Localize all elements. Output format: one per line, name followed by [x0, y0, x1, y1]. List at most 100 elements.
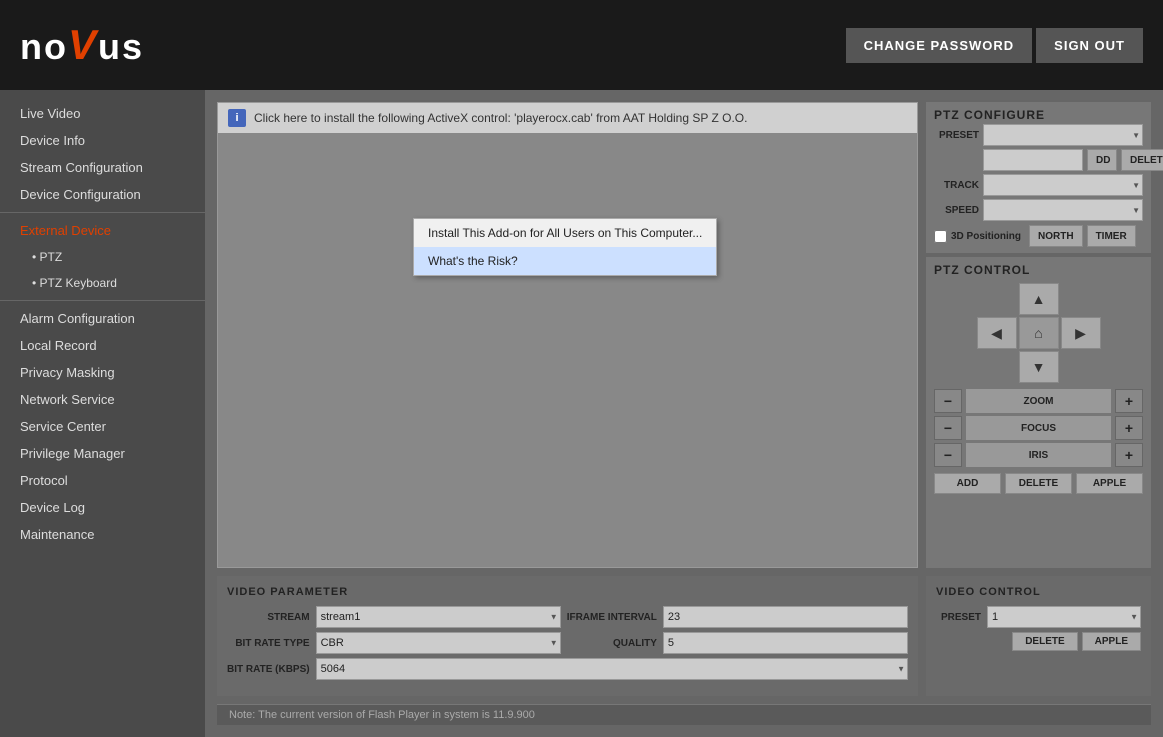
ptz-speed-select[interactable]	[983, 199, 1143, 221]
quality-input[interactable]	[663, 632, 908, 654]
stream-label: STREAM	[227, 612, 310, 623]
ptz-zoom-plus[interactable]: +	[1115, 389, 1143, 413]
video-ctrl-preset-row: PRESET 1	[936, 606, 1141, 628]
sidebar-item-device-log[interactable]: Device Log	[0, 494, 205, 521]
sidebar-item-live-video[interactable]: Live Video	[0, 100, 205, 127]
ptz-arrow-down[interactable]: ▼	[1019, 351, 1059, 383]
ptz-track-row: TRACK	[934, 174, 1143, 196]
ptz-track-select[interactable]	[983, 174, 1143, 196]
ptz-positioning-row: 3D Positioning NORTH TIMER	[934, 225, 1143, 247]
ctrl-apple-button[interactable]: APPLE	[1082, 632, 1141, 651]
logo-no: no	[20, 26, 68, 67]
video-panel: i Click here to install the following Ac…	[217, 102, 918, 568]
sign-out-button[interactable]: SIGN OUT	[1036, 28, 1143, 63]
iframe-label: IFRAME INTERVAL	[567, 612, 657, 623]
video-parameter-title: VIDEO PARAMETER	[227, 586, 908, 598]
ptz-preset-btn-row: DD DELETE APPLE	[983, 149, 1143, 171]
timer-button[interactable]: TIMER	[1087, 225, 1136, 247]
ptz-ctrl-add-button[interactable]: ADD	[934, 473, 1001, 494]
ptz-iris-row: − IRIS +	[934, 443, 1143, 467]
ctrl-delete-button[interactable]: DELETE	[1012, 632, 1077, 651]
bitrate-type-select[interactable]: CBR	[316, 632, 561, 654]
context-menu: Install This Add-on for All Users on Thi…	[413, 218, 717, 276]
sidebar-item-local-record[interactable]: Local Record	[0, 332, 205, 359]
ptz-arrow-empty-tr	[1061, 283, 1101, 315]
ptz-delete-button[interactable]: DELETE	[1121, 149, 1163, 171]
ctrl-preset-label: PRESET	[936, 612, 981, 623]
ptz-configure-panel: PTZ CONFIGURE PRESET DD DELETE APPLE	[926, 102, 1151, 568]
ctrl-btn-row: DELETE APPLE	[936, 632, 1141, 651]
ptz-track-label: TRACK	[934, 180, 979, 191]
sidebar-item-privilege-manager[interactable]: Privilege Manager	[0, 440, 205, 467]
sidebar-item-service-center[interactable]: Service Center	[0, 413, 205, 440]
ptz-iris-minus[interactable]: −	[934, 443, 962, 467]
header-buttons: CHANGE PASSWORD SIGN OUT	[846, 28, 1143, 63]
north-button[interactable]: NORTH	[1029, 225, 1083, 247]
sidebar-item-protocol[interactable]: Protocol	[0, 467, 205, 494]
bottom-row: VIDEO PARAMETER STREAM stream1 IFRAME IN…	[217, 576, 1151, 696]
ptz-dd-button[interactable]: DD	[1087, 149, 1117, 171]
ptz-focus-row: − FOCUS +	[934, 416, 1143, 440]
ptz-focus-plus[interactable]: +	[1115, 416, 1143, 440]
ptz-arrow-empty-bl	[977, 351, 1017, 383]
iframe-input[interactable]	[663, 606, 908, 628]
ptz-configure-section: PTZ CONFIGURE PRESET DD DELETE APPLE	[926, 102, 1151, 253]
ctx-item-install[interactable]: Install This Add-on for All Users on Thi…	[414, 219, 716, 247]
activex-message: Click here to install the following Acti…	[254, 111, 747, 125]
quality-label: QUALITY	[567, 638, 657, 649]
bitrate-type-select-wrap: CBR	[316, 632, 561, 654]
ptz-arrow-left[interactable]: ◀	[977, 317, 1017, 349]
video-param-grid: STREAM stream1 IFRAME INTERVAL BIT RATE …	[227, 606, 908, 680]
ctx-item-risk[interactable]: What's the Risk?	[414, 247, 716, 275]
ptz-control-title: PTZ CONTROL	[934, 263, 1143, 277]
stream-select[interactable]: stream1	[316, 606, 561, 628]
change-password-button[interactable]: CHANGE PASSWORD	[846, 28, 1033, 63]
ptz-focus-minus[interactable]: −	[934, 416, 962, 440]
sidebar-item-alarm-config[interactable]: Alarm Configuration	[0, 305, 205, 332]
ptz-arrow-home[interactable]: ⌂	[1019, 317, 1059, 349]
ptz-focus-label: FOCUS	[966, 416, 1111, 440]
ctrl-preset-select[interactable]: 1	[987, 606, 1141, 628]
sidebar-item-device-info[interactable]: Device Info	[0, 127, 205, 154]
ptz-iris-plus[interactable]: +	[1115, 443, 1143, 467]
sidebar: Live Video Device Info Stream Configurat…	[0, 90, 205, 737]
status-bar: Note: The current version of Flash Playe…	[217, 704, 1151, 725]
ptz-arrow-empty-tl	[977, 283, 1017, 315]
sidebar-item-maintenance[interactable]: Maintenance	[0, 521, 205, 548]
ptz-ctrl-apple-button[interactable]: APPLE	[1076, 473, 1143, 494]
ptz-ctrl-delete-button[interactable]: DELETE	[1005, 473, 1072, 494]
top-row: i Click here to install the following Ac…	[217, 102, 1151, 568]
positioning-checkbox[interactable]	[934, 230, 947, 243]
video-control-title: VIDEO CONTROL	[936, 586, 1141, 598]
sidebar-item-network-service[interactable]: Network Service	[0, 386, 205, 413]
sidebar-item-external-device[interactable]: External Device	[0, 217, 205, 244]
sidebar-item-ptz-keyboard[interactable]: • PTZ Keyboard	[0, 270, 205, 296]
video-control-panel: VIDEO CONTROL PRESET 1 DELETE APPLE	[926, 576, 1151, 696]
logo-v: V	[68, 21, 98, 68]
ptz-preset-select[interactable]	[983, 124, 1143, 146]
bitrate-select-wrap: 5064	[316, 658, 908, 680]
activex-bar[interactable]: i Click here to install the following Ac…	[218, 103, 917, 133]
ptz-arrow-up[interactable]: ▲	[1019, 283, 1059, 315]
ptz-control-section: PTZ CONTROL ▲ ◀ ⌂ ▶ ▼	[926, 257, 1151, 568]
sidebar-item-privacy-masking[interactable]: Privacy Masking	[0, 359, 205, 386]
sidebar-item-device-config[interactable]: Device Configuration	[0, 181, 205, 208]
bitrate-select[interactable]: 5064	[316, 658, 908, 680]
ptz-preset-input[interactable]	[983, 149, 1083, 171]
ptz-arrow-right[interactable]: ▶	[1061, 317, 1101, 349]
sidebar-divider-1	[0, 212, 205, 213]
ptz-preset-row: PRESET	[934, 124, 1143, 146]
ptz-preset-label: PRESET	[934, 130, 979, 141]
ptz-iris-label: IRIS	[966, 443, 1111, 467]
ptz-arrow-empty-br	[1061, 351, 1101, 383]
sidebar-item-stream-config[interactable]: Stream Configuration	[0, 154, 205, 181]
ptz-zoom-minus[interactable]: −	[934, 389, 962, 413]
content: i Click here to install the following Ac…	[205, 90, 1163, 737]
logo-us: us	[98, 26, 144, 67]
ptz-arrows: ▲ ◀ ⌂ ▶ ▼	[934, 283, 1143, 383]
sidebar-item-ptz[interactable]: • PTZ	[0, 244, 205, 270]
ptz-track-select-wrap	[983, 174, 1143, 196]
ptz-speed-select-wrap	[983, 199, 1143, 221]
sidebar-divider-2	[0, 300, 205, 301]
bitrate-type-label: BIT RATE TYPE	[227, 638, 310, 649]
